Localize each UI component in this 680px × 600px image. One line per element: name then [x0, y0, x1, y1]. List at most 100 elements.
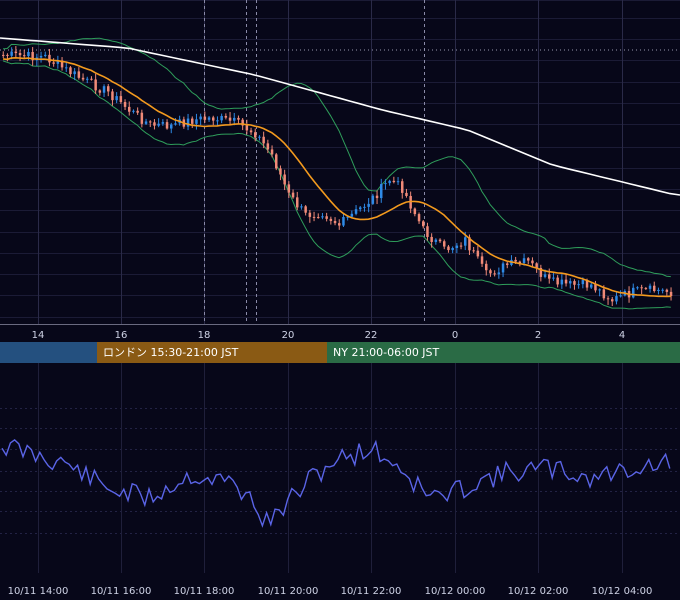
- oscillator-x-tick-label: 10/11 18:00: [174, 586, 235, 597]
- candle-body: [220, 115, 223, 121]
- price-x-tick-label: 20: [282, 330, 295, 341]
- candle-body: [611, 299, 614, 302]
- candle-body: [237, 117, 240, 120]
- candle-body: [94, 79, 97, 91]
- candle-body: [132, 110, 135, 112]
- candle-body: [459, 245, 463, 247]
- candle-body: [174, 123, 177, 125]
- candle-body: [527, 258, 530, 261]
- candle-body: [657, 289, 660, 292]
- candle-body: [149, 121, 152, 123]
- price-grid: [0, 0, 680, 324]
- candle-body: [430, 236, 433, 242]
- candle-body: [304, 206, 307, 213]
- band-upper-line: [2, 37, 671, 278]
- candle-body: [665, 289, 669, 292]
- candle-body: [480, 256, 484, 264]
- candle-body: [426, 226, 429, 237]
- candle-body: [380, 184, 383, 199]
- candle-body: [296, 197, 299, 208]
- candle-body: [350, 213, 354, 217]
- candle-body: [23, 55, 26, 57]
- candle-body: [375, 195, 379, 199]
- candle-body: [170, 124, 173, 129]
- candle-body: [493, 273, 496, 275]
- candle-body: [636, 287, 639, 289]
- candle-body: [123, 101, 127, 107]
- oscillator-x-tick-label: 10/12 02:00: [508, 586, 569, 597]
- candle-body: [606, 298, 610, 300]
- candle-body: [90, 78, 93, 80]
- candle-body: [144, 121, 148, 124]
- candle-body: [548, 274, 551, 279]
- price-x-tick-label: 14: [32, 330, 45, 341]
- candle-body: [199, 116, 202, 120]
- candle-body: [10, 51, 13, 56]
- candle-body: [405, 192, 408, 196]
- candle-body: [581, 280, 585, 285]
- candle-body: [342, 216, 345, 226]
- candle-body: [573, 281, 576, 285]
- candle-body: [464, 237, 467, 246]
- candle-body: [669, 291, 673, 297]
- candle-body: [497, 272, 501, 275]
- candle-body: [275, 154, 278, 169]
- price-x-tick-label: 22: [365, 330, 378, 341]
- candle-body: [644, 288, 648, 290]
- candle-body: [186, 118, 190, 127]
- candle-body: [371, 195, 375, 204]
- candle-body: [69, 67, 72, 75]
- candle-body: [308, 212, 312, 217]
- candle-body: [619, 295, 622, 297]
- candle-body: [506, 263, 509, 265]
- session-london: ロンドン 15:30-21:00 JST: [97, 342, 327, 363]
- candle-body: [317, 217, 320, 219]
- candle-body: [86, 78, 89, 80]
- oscillator-x-tick-label: 10/11 16:00: [91, 586, 152, 597]
- candle-body: [590, 284, 593, 288]
- candle-body: [434, 239, 438, 242]
- oscillator-x-tick-label: 10/12 00:00: [425, 586, 486, 597]
- candle-body: [52, 62, 55, 64]
- candle-body: [560, 279, 564, 285]
- oscillator-x-tick-label: 10/11 20:00: [258, 586, 319, 597]
- candle-body: [451, 247, 454, 251]
- candle-body: [438, 239, 442, 242]
- candle-body: [81, 77, 85, 80]
- candles: [2, 46, 673, 307]
- candle-body: [270, 149, 274, 155]
- oscillator-line: [1, 438, 671, 528]
- candle-body: [65, 67, 68, 69]
- candle-body: [472, 250, 475, 252]
- candle-body: [300, 206, 303, 208]
- candle-body: [359, 207, 362, 210]
- candle-body: [283, 174, 286, 185]
- price-x-tick-label: 18: [198, 330, 211, 341]
- oscillator-x-tick-label: 10/11 22:00: [341, 586, 402, 597]
- candle-body: [602, 289, 606, 299]
- price-chart: 14 16 18 20 22 0 2 4: [0, 0, 680, 341]
- candle-body: [249, 130, 253, 133]
- candle-body: [531, 260, 534, 264]
- candle-body: [102, 86, 106, 93]
- candle-body: [653, 285, 656, 292]
- candle-body: [447, 246, 450, 251]
- candle-body: [422, 221, 425, 227]
- candle-body: [577, 284, 580, 286]
- candle-body: [228, 117, 232, 121]
- candle-body: [363, 206, 366, 208]
- price-x-tick-label: 16: [115, 330, 128, 341]
- candle-body: [233, 117, 236, 121]
- candle-body: [329, 218, 333, 221]
- candle-body: [136, 110, 139, 113]
- candle-body: [98, 90, 102, 93]
- session-dashed-lines: [204, 0, 425, 324]
- candle-body: [207, 117, 211, 120]
- price-x-tick-label: 4: [619, 330, 625, 341]
- candle-body: [44, 54, 47, 56]
- candle-body: [598, 289, 601, 291]
- candle-body: [564, 279, 568, 284]
- candle-body: [443, 241, 446, 247]
- candle-body: [501, 263, 505, 273]
- candle-body: [258, 136, 261, 138]
